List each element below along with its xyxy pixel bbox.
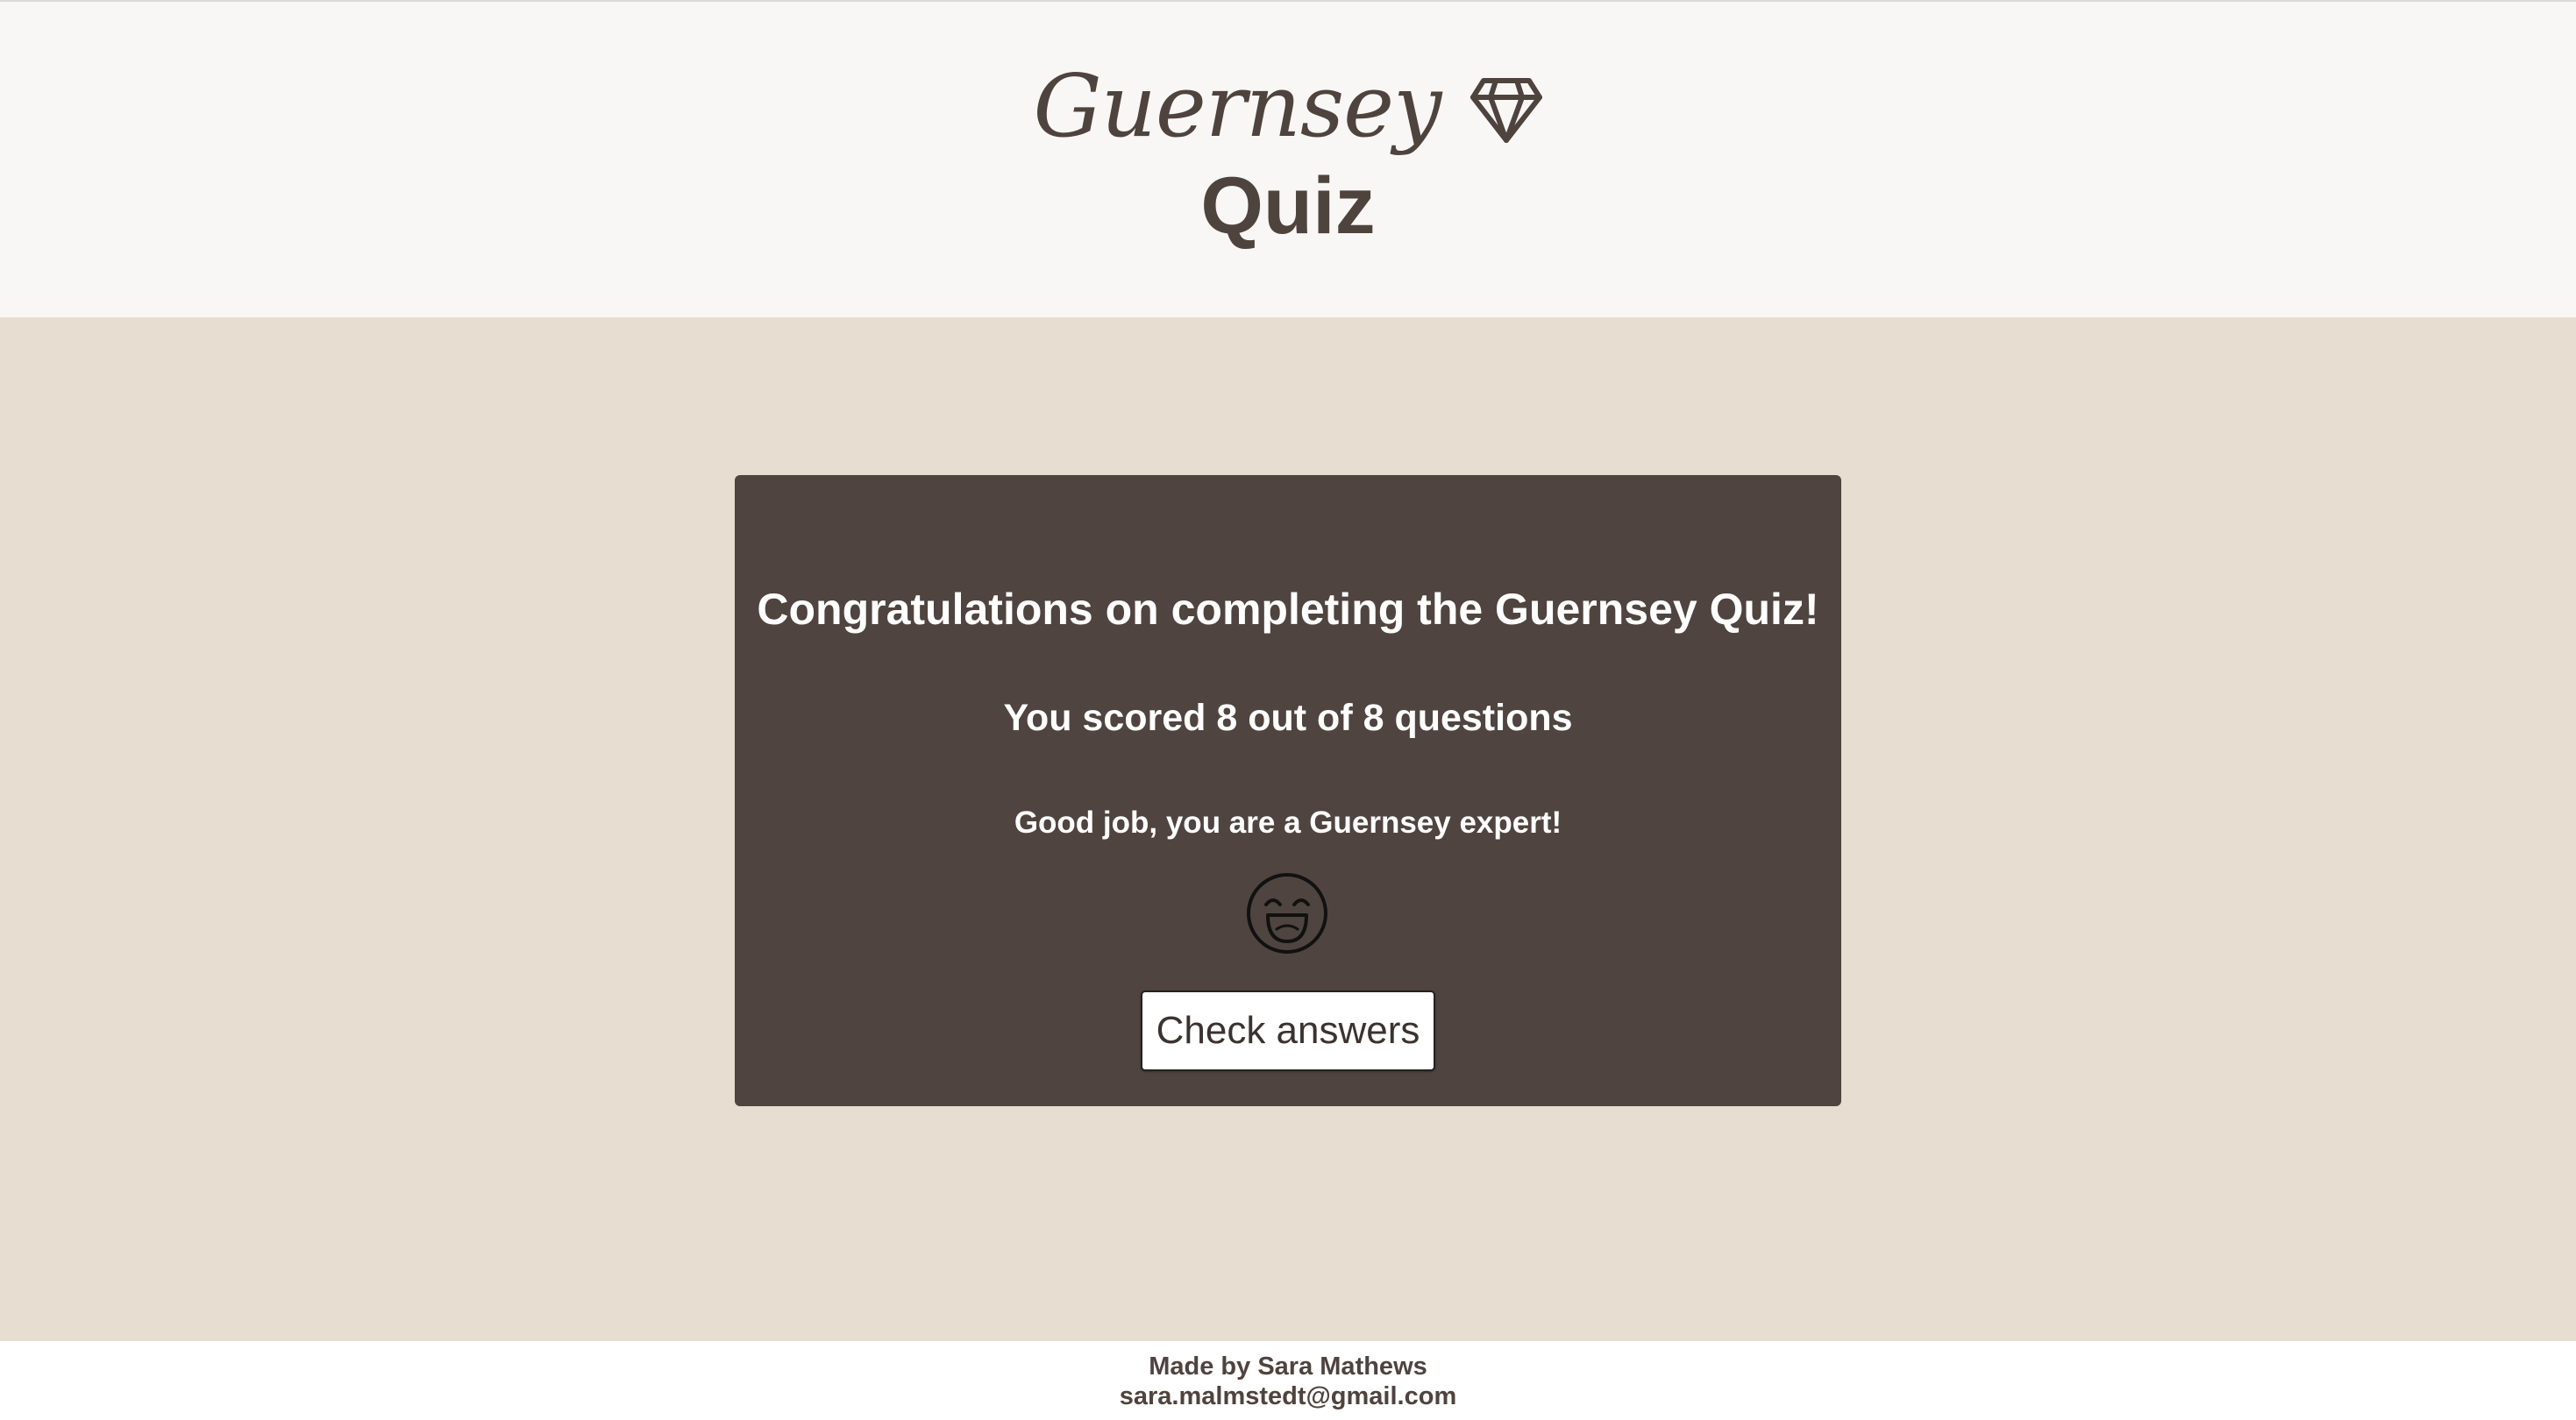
brand-name: Guernsey [1033,57,1441,157]
feedback-text: Good job, you are a Guernsey expert! [1014,806,1562,840]
check-answers-button[interactable]: Check answers [1141,990,1435,1071]
result-card: Congratulations on completing the Guerns… [735,475,1841,1106]
grinning-face-icon [1247,873,1327,954]
page-header: Guernsey Quiz [0,0,2576,317]
diamond-icon [1469,78,1542,143]
brand-row: Guernsey [0,54,2576,160]
footer-email: sara.malmstedt@gmail.com [1119,1382,1457,1410]
footer-author: Made by Sara Mathews [1149,1353,1427,1381]
page-footer: Made by Sara Mathews sara.malmstedt@gmai… [0,1341,2576,1420]
main-content: Congratulations on completing the Guerns… [0,317,2576,1341]
score-text: You scored 8 out of 8 questions [1003,697,1573,739]
page-title: Quiz [1200,161,1376,251]
result-headline: Congratulations on completing the Guerns… [757,585,1819,634]
